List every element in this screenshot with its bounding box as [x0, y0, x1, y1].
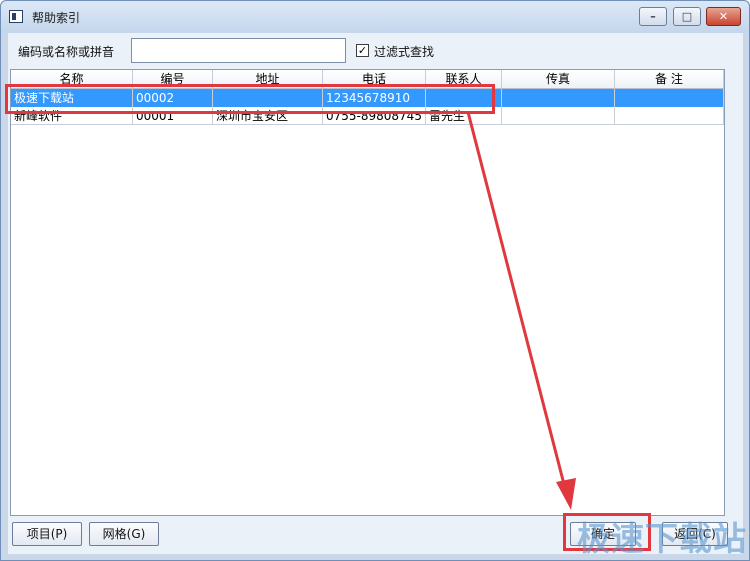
watermark-text: 极速下载站 [577, 519, 747, 558]
annotation-arrow-icon [466, 111, 576, 510]
